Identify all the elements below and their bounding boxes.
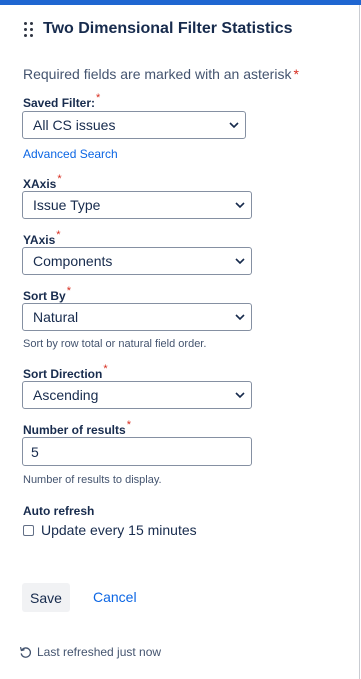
number-of-results-label: Number of results* xyxy=(23,419,131,437)
xaxis-select[interactable]: Issue Type xyxy=(22,191,252,219)
advanced-search-link[interactable]: Advanced Search xyxy=(23,147,118,161)
sort-direction-select[interactable]: Ascending xyxy=(22,381,252,409)
number-of-results-input[interactable]: 5 xyxy=(22,437,252,466)
gadget-header: Two Dimensional Filter Statistics xyxy=(24,20,293,38)
auto-refresh-row[interactable]: Update every 15 minutes xyxy=(23,522,197,538)
auto-refresh-label: Auto refresh xyxy=(23,504,95,518)
sort-by-label-text: Sort By xyxy=(23,289,66,303)
sort-by-help: Sort by row total or natural field order… xyxy=(23,338,207,350)
chevron-down-icon xyxy=(229,257,251,265)
required-asterisk: * xyxy=(66,285,71,297)
auto-refresh-checkbox[interactable] xyxy=(23,524,34,536)
xaxis-value: Issue Type xyxy=(33,197,101,213)
sort-direction-label: Sort Direction* xyxy=(23,363,108,381)
gadget-title: Two Dimensional Filter Statistics xyxy=(43,20,293,37)
refresh-status: Last refreshed just now xyxy=(19,645,161,659)
required-asterisk: * xyxy=(57,173,62,185)
xaxis-label: XAxis* xyxy=(23,173,62,191)
number-of-results-value: 5 xyxy=(31,443,39,460)
chevron-down-icon xyxy=(229,391,251,399)
required-fields-note: Required fields are marked with an aster… xyxy=(23,66,299,82)
required-asterisk: * xyxy=(103,363,108,375)
yaxis-select[interactable]: Components xyxy=(22,247,252,275)
auto-refresh-checkbox-label[interactable]: Update every 15 minutes xyxy=(41,522,197,538)
sort-by-value: Natural xyxy=(33,309,79,325)
drag-handle-icon[interactable] xyxy=(24,22,34,37)
saved-filter-label-text: Saved Filter: xyxy=(23,96,96,110)
number-of-results-help: Number of results to display. xyxy=(23,474,162,486)
required-asterisk: * xyxy=(293,66,299,82)
number-of-results-label-text: Number of results xyxy=(23,423,126,437)
saved-filter-label: Saved Filter:* xyxy=(23,92,100,110)
required-asterisk: * xyxy=(126,419,131,431)
saved-filter-select[interactable]: All CS issues xyxy=(22,111,246,139)
chevron-down-icon xyxy=(229,313,251,321)
sort-by-label: Sort By* xyxy=(23,285,71,303)
required-asterisk: * xyxy=(56,229,61,241)
xaxis-label-text: XAxis xyxy=(23,177,57,191)
required-asterisk: * xyxy=(96,92,101,104)
yaxis-value: Components xyxy=(33,253,113,269)
yaxis-label: YAxis* xyxy=(23,229,61,247)
save-button[interactable]: Save xyxy=(22,583,70,612)
sort-direction-value: Ascending xyxy=(33,387,99,403)
sort-by-select[interactable]: Natural xyxy=(22,303,252,331)
chevron-down-icon xyxy=(223,121,245,129)
saved-filter-value: All CS issues xyxy=(33,117,116,133)
refresh-icon xyxy=(20,646,32,658)
cancel-button[interactable]: Cancel xyxy=(93,589,137,605)
yaxis-label-text: YAxis xyxy=(23,233,56,247)
sort-direction-label-text: Sort Direction xyxy=(23,367,103,381)
chevron-down-icon xyxy=(229,201,251,209)
required-note-text: Required fields are marked with an aster… xyxy=(23,66,292,82)
last-refreshed-text: Last refreshed just now xyxy=(37,645,162,659)
